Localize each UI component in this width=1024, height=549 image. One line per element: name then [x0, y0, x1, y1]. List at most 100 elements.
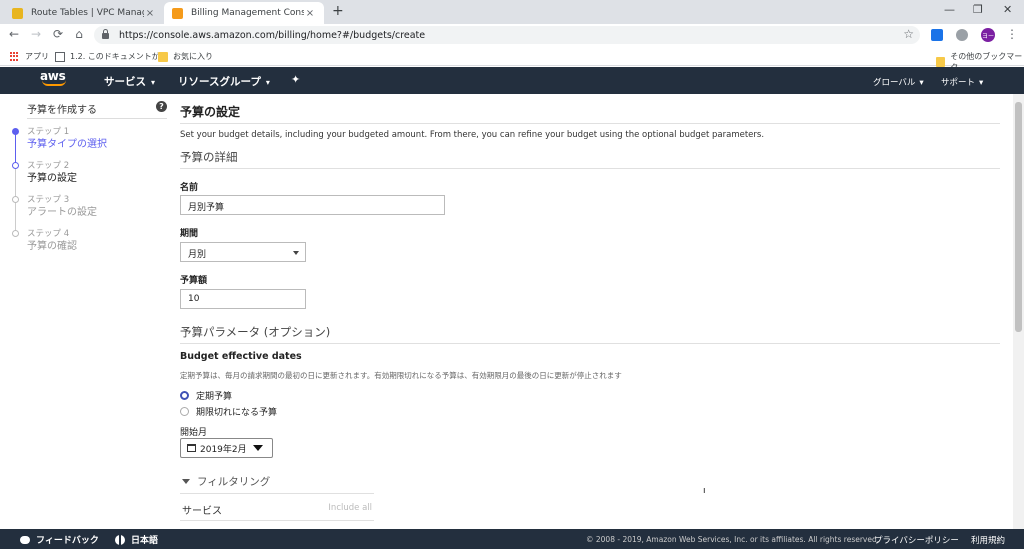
profile-avatar[interactable]: ヨー — [981, 28, 995, 42]
step-number: ステップ 4 — [27, 229, 70, 239]
language-selector[interactable]: 日本語 — [115, 533, 158, 546]
intro-text: Set your budget details, including your … — [180, 130, 765, 140]
aws-cube-icon — [172, 7, 183, 19]
extension-icon[interactable] — [931, 29, 943, 41]
home-button[interactable]: ⌂ — [71, 27, 87, 41]
support-menu[interactable]: サポート ▾ — [941, 76, 983, 88]
step-indicator-dot — [12, 196, 19, 203]
browser-toolbar: ← → ⟳ ⌂ https://console.aws.amazon.com/b… — [0, 24, 1024, 46]
aws-top-nav: aws サービス ▾ リソースグループ ▾ ✦ グローバル ▾ サポート ▾ — [0, 67, 1024, 94]
filter-row-service[interactable]: サービス Include all — [180, 499, 374, 521]
radio-label: 定期予算 — [196, 392, 233, 402]
step-name-link[interactable]: 予算タイプの選択 — [27, 138, 107, 152]
aws-footer: フィードバック 日本語 © 2008 - 2019, Amazon Web Se… — [0, 529, 1024, 549]
divider — [180, 343, 1000, 344]
region-label: グローバル — [873, 78, 916, 88]
aws-cube-icon — [12, 7, 23, 19]
step-number: ステップ 1 — [27, 127, 70, 137]
step-1[interactable]: ステップ 1 予算タイプの選択 — [27, 127, 107, 152]
close-window-button[interactable]: ✕ — [1003, 3, 1012, 16]
filter-label: サービス — [182, 506, 222, 517]
back-button[interactable]: ← — [6, 27, 22, 41]
document-icon — [55, 51, 65, 62]
resource-groups-label: リソースグループ — [178, 76, 261, 88]
region-menu[interactable]: グローバル ▾ — [873, 76, 924, 88]
bookmark-favorites[interactable]: お気に入り — [158, 51, 213, 62]
tab-billing-console[interactable]: Billing Management Console × — [164, 2, 324, 24]
tab-title: Billing Management Console — [191, 8, 304, 18]
section-heading-parameters: 予算パラメータ (オプション) — [180, 325, 331, 339]
page-scrollbar[interactable] — [1013, 94, 1024, 529]
browser-tab-strip: Route Tables | VPC Management × Billing … — [0, 0, 1024, 24]
aws-logo-text: aws — [40, 69, 66, 83]
period-select[interactable]: 月別 — [180, 242, 306, 262]
folder-icon — [936, 57, 946, 67]
terms-link[interactable]: 利用規約 — [971, 534, 1005, 546]
close-tab-icon[interactable]: × — [144, 8, 156, 19]
divider — [180, 123, 1000, 124]
bookmark-label: お気に入り — [173, 52, 213, 61]
step-number: ステップ 2 — [27, 161, 70, 171]
effective-dates-help: 定期予算は、毎月の請求期間の最初の日に更新されます。有効期限切れになる予算は、有… — [180, 371, 622, 380]
tab-route-tables[interactable]: Route Tables | VPC Management × — [4, 2, 164, 24]
aws-logo[interactable]: aws — [40, 70, 72, 86]
tab-title: Route Tables | VPC Management — [31, 8, 144, 18]
divider — [180, 493, 374, 494]
filter-value: Include all — [328, 503, 372, 513]
filtering-toggle[interactable]: フィルタリング — [182, 474, 270, 489]
extension-icon[interactable] — [956, 29, 968, 41]
chevron-down-icon: ▾ — [919, 78, 924, 88]
scrollbar-thumb[interactable] — [1015, 102, 1022, 332]
divider — [180, 168, 1000, 169]
new-tab-button[interactable]: + — [332, 3, 344, 19]
bookmark-label: アプリ — [25, 52, 49, 61]
support-label: サポート — [941, 78, 976, 88]
services-menu[interactable]: サービス ▾ — [104, 74, 155, 89]
bookmarks-bar: アプリ 1.2. このドキュメントが示 お気に入り その他のブックマーク — [0, 46, 1024, 72]
caret-down-icon — [252, 445, 263, 451]
help-icon[interactable]: ? — [156, 101, 167, 112]
bookmark-document[interactable]: 1.2. このドキュメントが示 — [55, 51, 168, 62]
browser-menu-icon[interactable]: ⋮ — [1006, 27, 1018, 41]
steps-panel: 予算を作成する ? ステップ 1 予算タイプの選択 ステップ 2 予算の設定 ス… — [0, 94, 172, 529]
apps-grid-icon — [10, 51, 20, 62]
radio-recurring-budget[interactable]: 定期予算 — [180, 389, 232, 402]
radio-label: 期限切れになる予算 — [196, 408, 278, 418]
pin-icon[interactable]: ✦ — [291, 73, 300, 86]
effective-dates-heading: Budget effective dates — [180, 351, 302, 362]
feedback-label: フィードバック — [36, 536, 99, 546]
radio-expiring-budget[interactable]: 期限切れになる予算 — [180, 405, 277, 418]
budget-amount-input[interactable]: 10 — [180, 289, 306, 309]
budget-name-input[interactable]: 月別予算 — [180, 195, 445, 215]
reload-button[interactable]: ⟳ — [50, 27, 66, 41]
start-month-label: 開始月 — [180, 428, 208, 438]
divider — [27, 118, 167, 119]
page-title: 予算の設定 — [180, 105, 241, 119]
chevron-down-icon: ▾ — [151, 78, 156, 87]
maximize-button[interactable]: ❐ — [973, 3, 983, 16]
start-month-picker[interactable]: 2019年2月 — [180, 438, 273, 458]
step-indicator-dot — [12, 162, 19, 169]
address-bar[interactable]: https://console.aws.amazon.com/billing/h… — [94, 26, 920, 44]
budget-settings-form: 予算の設定 Set your budget details, including… — [172, 94, 1012, 529]
chevron-down-icon: ▾ — [265, 78, 270, 87]
stray-mark: ı — [703, 486, 706, 496]
section-heading-details: 予算の詳細 — [180, 150, 238, 164]
resource-groups-menu[interactable]: リソースグループ ▾ — [178, 74, 270, 89]
minimize-button[interactable]: — — [944, 3, 955, 16]
dropdown-arrow-icon — [293, 251, 299, 255]
radio-button-selected[interactable] — [180, 391, 189, 400]
expand-triangle-icon — [182, 479, 190, 484]
radio-button[interactable] — [180, 407, 189, 416]
lock-icon — [102, 29, 109, 39]
close-tab-icon[interactable]: × — [304, 8, 316, 19]
step-3: ステップ 3 アラートの設定 — [27, 195, 97, 220]
privacy-policy-link[interactable]: プライバシーポリシー — [874, 534, 959, 546]
feedback-link[interactable]: フィードバック — [20, 533, 99, 546]
forward-button[interactable]: → — [28, 27, 44, 41]
url-text: https://console.aws.amazon.com/billing/h… — [119, 29, 426, 41]
copyright-text: © 2008 - 2019, Amazon Web Services, Inc.… — [586, 535, 880, 544]
bookmark-star-icon[interactable]: ☆ — [903, 27, 914, 41]
bookmark-apps[interactable]: アプリ — [10, 51, 49, 62]
step-4: ステップ 4 予算の確認 — [27, 229, 77, 254]
